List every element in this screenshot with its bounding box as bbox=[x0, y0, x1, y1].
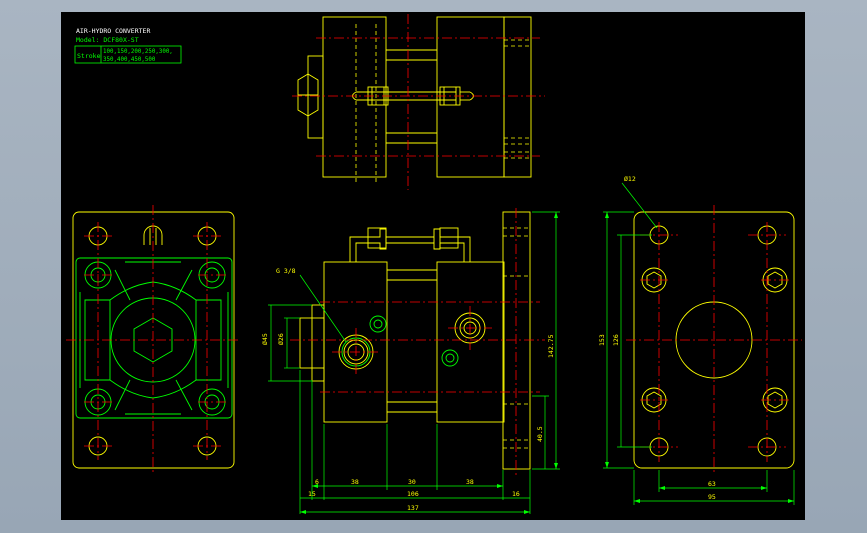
top-view-centerlines bbox=[292, 14, 545, 190]
left-end-centerlines bbox=[66, 205, 240, 475]
top-end-plate bbox=[503, 16, 532, 178]
left-body-green bbox=[75, 257, 233, 419]
leader-port bbox=[299, 274, 347, 343]
model-label: Model: DCF80X-ST bbox=[76, 36, 139, 44]
title-block: AIR-HYDRO CONVERTER Model: DCF80X-ST Str… bbox=[74, 27, 182, 64]
cad-viewport[interactable]: AIR-HYDRO CONVERTER Model: DCF80X-ST Str… bbox=[61, 12, 805, 520]
front-end-plate bbox=[502, 211, 531, 470]
dimension-text: G 3/8 Ø12 Ø45 Ø26 142.75 40.5 153 126 6 … bbox=[261, 175, 716, 512]
dim-40: 40.5 bbox=[536, 426, 544, 442]
dim-15: 15 bbox=[308, 490, 316, 498]
drawing-title: AIR-HYDRO CONVERTER bbox=[76, 27, 150, 35]
front-view-centerlines bbox=[290, 208, 545, 475]
dim-d45: Ø45 bbox=[261, 333, 269, 345]
top-view bbox=[297, 16, 532, 178]
front-boss-inner bbox=[311, 304, 325, 382]
stroke-values-1: 100,150,200,250,300, bbox=[103, 49, 173, 55]
front-view-green bbox=[341, 315, 459, 367]
dim-38b: 38 bbox=[466, 478, 474, 486]
front-pipe-right bbox=[433, 228, 471, 262]
front-left-head bbox=[323, 261, 388, 423]
dim-38a: 38 bbox=[351, 478, 359, 486]
front-view bbox=[299, 211, 531, 470]
dim-126: 126 bbox=[612, 334, 620, 346]
dim-106: 106 bbox=[407, 490, 419, 498]
top-boss bbox=[307, 55, 324, 139]
dimension-lines bbox=[268, 182, 795, 514]
dim-6: 6 bbox=[315, 478, 319, 486]
dim-16: 16 bbox=[512, 490, 520, 498]
dim-d26: Ø26 bbox=[277, 333, 285, 345]
front-view-hidden bbox=[503, 227, 530, 449]
dim-d12: Ø12 bbox=[624, 175, 636, 183]
dim-30: 30 bbox=[408, 478, 416, 486]
front-right-head bbox=[436, 261, 505, 423]
top-view-hidden bbox=[355, 24, 531, 185]
dim-63: 63 bbox=[708, 480, 716, 488]
dim-142: 142.75 bbox=[547, 334, 555, 358]
dim-port: G 3/8 bbox=[276, 267, 296, 275]
cad-drawing: AIR-HYDRO CONVERTER Model: DCF80X-ST Str… bbox=[66, 14, 802, 514]
top-left-head bbox=[322, 16, 387, 178]
stroke-label: Stroke bbox=[77, 52, 101, 60]
dim-137: 137 bbox=[407, 504, 419, 512]
dim-95: 95 bbox=[708, 493, 716, 501]
top-right-head bbox=[436, 16, 505, 178]
dim-153: 153 bbox=[598, 334, 606, 346]
stroke-values-2: 350,400,450,500 bbox=[103, 57, 156, 63]
right-end-centerlines bbox=[626, 205, 802, 475]
leader-d12 bbox=[621, 182, 658, 229]
